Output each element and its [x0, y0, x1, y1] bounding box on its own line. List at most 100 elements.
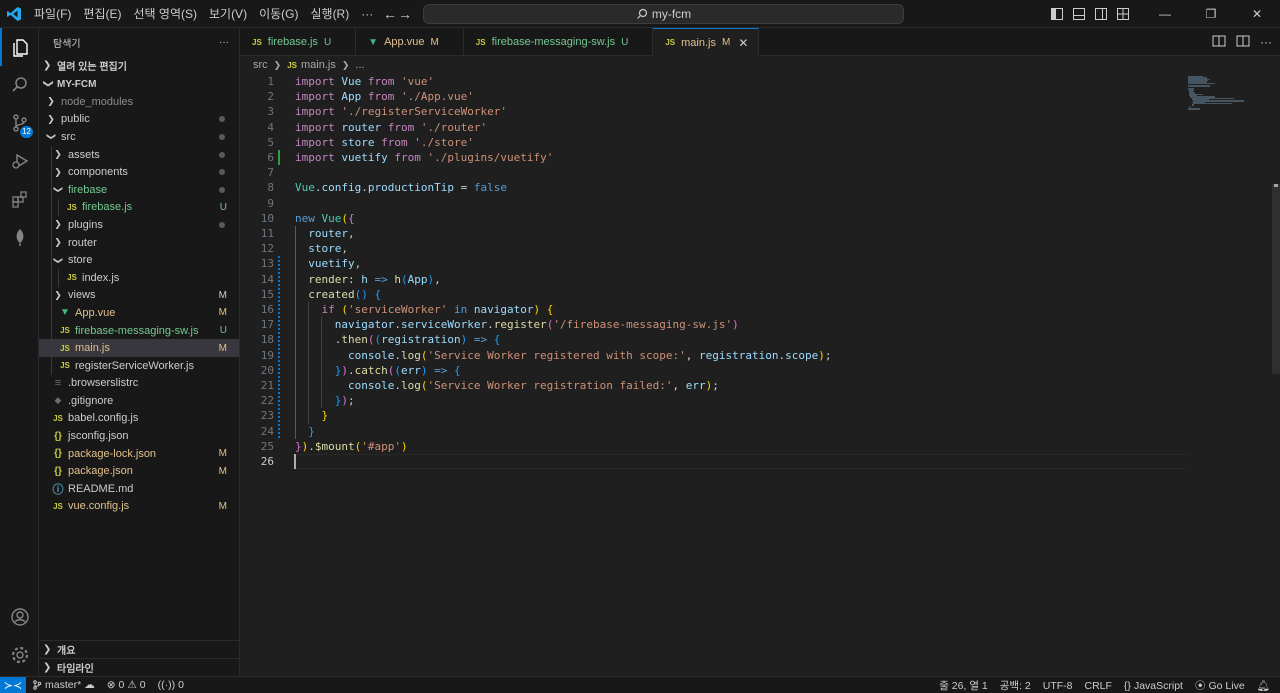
- more-actions-icon[interactable]: ···: [1260, 35, 1272, 49]
- outline-section[interactable]: ❯ 개요: [39, 640, 239, 658]
- tree-file[interactable]: JS registerServiceWorker.js: [39, 356, 239, 375]
- explorer-more-actions-icon[interactable]: ···: [219, 37, 229, 48]
- menu-run[interactable]: 실행(R): [304, 0, 355, 28]
- go-live-button[interactable]: ⦿ Go Live: [1189, 678, 1251, 693]
- line-code: if ('serviceWorker' in navigator) {: [295, 302, 554, 317]
- close-window-button[interactable]: ✕: [1234, 0, 1280, 28]
- tree-file[interactable]: {} package.json M: [39, 462, 239, 480]
- indentation-status[interactable]: 공백: 2: [994, 678, 1037, 693]
- tab-firebase-js[interactable]: JS firebase.js U: [240, 28, 357, 56]
- tree-file[interactable]: JS firebase.js U: [39, 198, 239, 217]
- menu-go[interactable]: 이동(G): [253, 0, 304, 28]
- tree-file[interactable]: JS babel.config.js: [39, 410, 239, 428]
- maximize-button[interactable]: ❐: [1188, 0, 1234, 28]
- open-editors-section[interactable]: ❯ 열려 있는 편집기: [39, 56, 239, 74]
- tree-file[interactable]: {} jsconfig.json: [39, 427, 239, 445]
- tree-item-label: main.js: [75, 342, 110, 355]
- breadcrumb-file[interactable]: main.js: [301, 59, 336, 71]
- tree-folder[interactable]: ❯ plugins: [39, 216, 239, 234]
- tree-file[interactable]: {} package-lock.json M: [39, 445, 239, 463]
- compare-changes-icon[interactable]: [1212, 34, 1226, 51]
- code-token: ;: [824, 348, 832, 362]
- search-icon[interactable]: [0, 66, 39, 104]
- menu-more[interactable]: ···: [355, 0, 379, 28]
- code-token: false: [473, 181, 507, 195]
- split-editor-icon[interactable]: [1236, 34, 1250, 51]
- tree-file[interactable]: JS main.js M: [39, 339, 239, 357]
- tab-label: main.js: [681, 36, 716, 49]
- gutter-modified-marker[interactable]: [278, 256, 280, 439]
- json-file-icon: {}: [54, 430, 62, 442]
- command-center-search[interactable]: my-fcm: [423, 4, 904, 24]
- menu-view[interactable]: 보기(V): [203, 0, 253, 28]
- ports-status[interactable]: ((·)) 0: [152, 679, 190, 691]
- toggle-panel-icon[interactable]: [1068, 0, 1090, 28]
- tab-firebase-messaging-sw-js[interactable]: JS firebase-messaging-sw.js U: [464, 28, 654, 56]
- encoding-status[interactable]: UTF-8: [1037, 680, 1079, 692]
- close-icon[interactable]: ✕: [738, 36, 748, 50]
- branch-status[interactable]: master* ☁: [26, 679, 101, 691]
- source-control-icon[interactable]: 12: [0, 104, 39, 142]
- timeline-section[interactable]: ❯ 타임라인: [39, 658, 239, 676]
- tree-file[interactable]: JS firebase-messaging-sw.js U: [39, 321, 239, 340]
- gutter-added-marker[interactable]: [278, 150, 280, 166]
- minimize-button[interactable]: —: [1142, 0, 1188, 28]
- tree-item-label: registerServiceWorker.js: [75, 359, 194, 372]
- extensions-icon[interactable]: [0, 180, 39, 218]
- code-editor[interactable]: 1 import Vue from 'vue' 2 import App from '…: [240, 74, 1280, 676]
- line-number: 15: [260, 287, 274, 301]
- tree-folder[interactable]: ❯ views M: [39, 286, 239, 305]
- language-mode[interactable]: {} JavaScript: [1118, 680, 1189, 692]
- line-number: 8: [267, 181, 274, 195]
- explorer-icon[interactable]: [0, 28, 39, 66]
- code-token: 'vue': [401, 75, 435, 88]
- tree-folder[interactable]: ❯ store: [39, 251, 239, 269]
- tree-folder[interactable]: ❯ router: [39, 233, 239, 252]
- notifications-bell-icon[interactable]: 🔔︎: [1251, 679, 1276, 692]
- tree-folder[interactable]: ❯ node_modules: [39, 93, 239, 111]
- code-token: ,: [434, 272, 441, 286]
- code-line: 14 render: h => h(App),: [240, 272, 1240, 287]
- tree-folder[interactable]: ❯ public: [39, 111, 239, 129]
- toggle-secondary-sidebar-icon[interactable]: [1090, 0, 1112, 28]
- tree-file[interactable]: ⓘ README.md: [39, 480, 239, 498]
- menu-file[interactable]: 파일(F): [28, 0, 77, 28]
- run-debug-icon[interactable]: [0, 142, 39, 180]
- code-token: .: [308, 439, 315, 453]
- tree-file[interactable]: JS vue.config.js M: [39, 498, 239, 516]
- code-token: import: [295, 151, 335, 164]
- vertical-scrollbar[interactable]: [1272, 184, 1280, 374]
- forward-arrow-icon[interactable]: →: [392, 6, 418, 22]
- js-file-icon: JS: [60, 361, 70, 371]
- minimap[interactable]: [1188, 74, 1270, 676]
- vue-file-icon: ▼: [368, 36, 379, 48]
- remote-indicator-icon[interactable]: ≻≺: [0, 676, 26, 693]
- menu-selection[interactable]: 선택 영역(S): [127, 0, 203, 28]
- tree-folder[interactable]: ❯ assets: [39, 145, 239, 164]
- customize-layout-icon[interactable]: [1112, 0, 1134, 28]
- cursor-position[interactable]: 줄 26, 열 1: [933, 678, 994, 693]
- tree-folder[interactable]: ❯ src: [39, 128, 239, 146]
- tab-main-js[interactable]: JS main.js M ✕: [653, 28, 760, 56]
- problems-status[interactable]: ⊗ 0 ⚠ 0: [101, 679, 152, 691]
- account-icon[interactable]: [0, 598, 39, 636]
- settings-gear-icon[interactable]: [0, 636, 39, 674]
- tree-folder[interactable]: ❯ firebase: [39, 180, 239, 199]
- breadcrumb-folder[interactable]: src: [253, 59, 268, 71]
- eol-status[interactable]: CRLF: [1079, 680, 1118, 692]
- json-file-icon: {}: [54, 465, 62, 477]
- toggle-primary-sidebar-icon[interactable]: [1046, 0, 1068, 28]
- mongodb-leaf-icon[interactable]: [0, 218, 39, 256]
- tree-file[interactable]: ▼ App.vue M: [39, 304, 239, 322]
- tree-file[interactable]: ◆ .gitignore: [39, 392, 239, 410]
- tree-folder[interactable]: ❯ components: [39, 163, 239, 181]
- menu-edit[interactable]: 편집(E): [77, 0, 127, 28]
- breadcrumb-symbol[interactable]: ...: [355, 59, 364, 71]
- project-folder-section[interactable]: ❯ MY-FCM: [39, 75, 239, 93]
- tab-app-vue[interactable]: ▼ App.vue M: [356, 28, 464, 56]
- tree-file[interactable]: JS index.js: [39, 268, 239, 287]
- line-number: 20: [260, 363, 274, 377]
- tree-file[interactable]: ≡ .browserslistrc: [39, 375, 239, 393]
- line-code: store,: [295, 241, 348, 256]
